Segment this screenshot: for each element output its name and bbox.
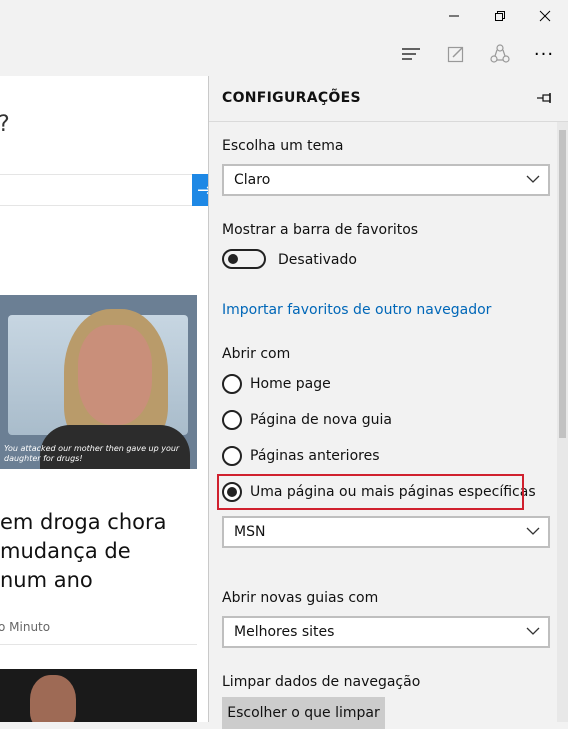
pin-button[interactable] (535, 88, 555, 108)
page-heading-fragment: ? (0, 112, 10, 137)
divider (0, 644, 197, 645)
headline-line: em droga chora (0, 510, 167, 534)
theme-select[interactable]: Claro (222, 164, 550, 196)
divider (209, 121, 568, 122)
window-title-bar (0, 0, 568, 32)
article-headline[interactable]: em droga chora mudança de num ano (0, 508, 200, 595)
open-with-label: Abrir com (222, 346, 291, 362)
clear-data-label: Limpar dados de navegação (222, 674, 421, 690)
image-caption: You attacked our mother then gave up you… (4, 444, 180, 463)
scrollbar-thumb[interactable] (559, 130, 566, 438)
radio-new-tab-page[interactable] (222, 410, 242, 430)
minimize-button[interactable] (431, 0, 477, 32)
hub-icon (402, 48, 420, 60)
web-page-content: ? → You attacked our mother then gave up… (0, 76, 208, 722)
headline-line: num ano (0, 568, 93, 592)
chevron-down-icon (526, 527, 540, 535)
theme-select-value: Claro (234, 172, 271, 188)
restore-icon (495, 11, 505, 21)
article-image[interactable]: You attacked our mother then gave up you… (0, 295, 197, 469)
minimize-icon (449, 15, 459, 17)
favorites-bar-label: Mostrar a barra de favoritos (222, 222, 419, 238)
close-button[interactable] (522, 0, 568, 32)
share-button[interactable] (478, 32, 522, 76)
specific-page-select-value: MSN (234, 524, 266, 540)
chevron-down-icon (526, 175, 540, 183)
settings-pane: CONFIGURAÇÕES Escolha um tema Claro Most… (208, 76, 568, 729)
search-arrow-icon: → (197, 179, 208, 201)
toggle-knob (228, 254, 238, 264)
radio-previous-pages[interactable] (222, 446, 242, 466)
person-shape (30, 675, 76, 722)
pin-icon (537, 93, 551, 103)
settings-scrollbar[interactable] (557, 122, 568, 722)
settings-title: CONFIGURAÇÕES (222, 90, 361, 106)
search-input[interactable] (0, 174, 195, 206)
new-tabs-select[interactable]: Melhores sites (222, 616, 550, 648)
browser-toolbar: ··· (0, 32, 568, 76)
radio-previous-pages-label[interactable]: Páginas anteriores (250, 448, 380, 464)
person-face-shape (78, 325, 152, 425)
web-note-icon (447, 46, 464, 63)
web-note-button[interactable] (434, 32, 478, 76)
import-favorites-link[interactable]: Importar favoritos de outro navegador (222, 302, 491, 318)
highlight-box (217, 474, 524, 510)
restore-button[interactable] (477, 0, 523, 32)
new-tabs-label: Abrir novas guias com (222, 590, 379, 606)
share-icon (490, 44, 510, 63)
radio-new-tab-page-label[interactable]: Página de nova guia (250, 412, 392, 428)
search-button[interactable]: → (192, 174, 208, 206)
chevron-down-icon (526, 627, 540, 635)
new-tabs-select-value: Melhores sites (234, 624, 335, 640)
hub-button[interactable] (389, 32, 433, 76)
close-icon (539, 10, 551, 22)
radio-home-page[interactable] (222, 374, 242, 394)
favorites-bar-state: Desativado (278, 252, 357, 268)
radio-home-page-label[interactable]: Home page (250, 376, 331, 392)
more-icon: ··· (533, 43, 555, 65)
choose-what-to-clear-button[interactable]: Escolher o que limpar (222, 697, 385, 729)
favorites-bar-toggle[interactable] (222, 249, 266, 269)
headline-line: mudança de (0, 539, 131, 563)
article-source: o Minuto (0, 620, 51, 634)
theme-label: Escolha um tema (222, 138, 344, 154)
article-image[interactable] (0, 669, 197, 722)
settings-header: CONFIGURAÇÕES (209, 76, 568, 121)
more-button[interactable]: ··· (522, 32, 566, 76)
specific-page-select[interactable]: MSN (222, 516, 550, 548)
